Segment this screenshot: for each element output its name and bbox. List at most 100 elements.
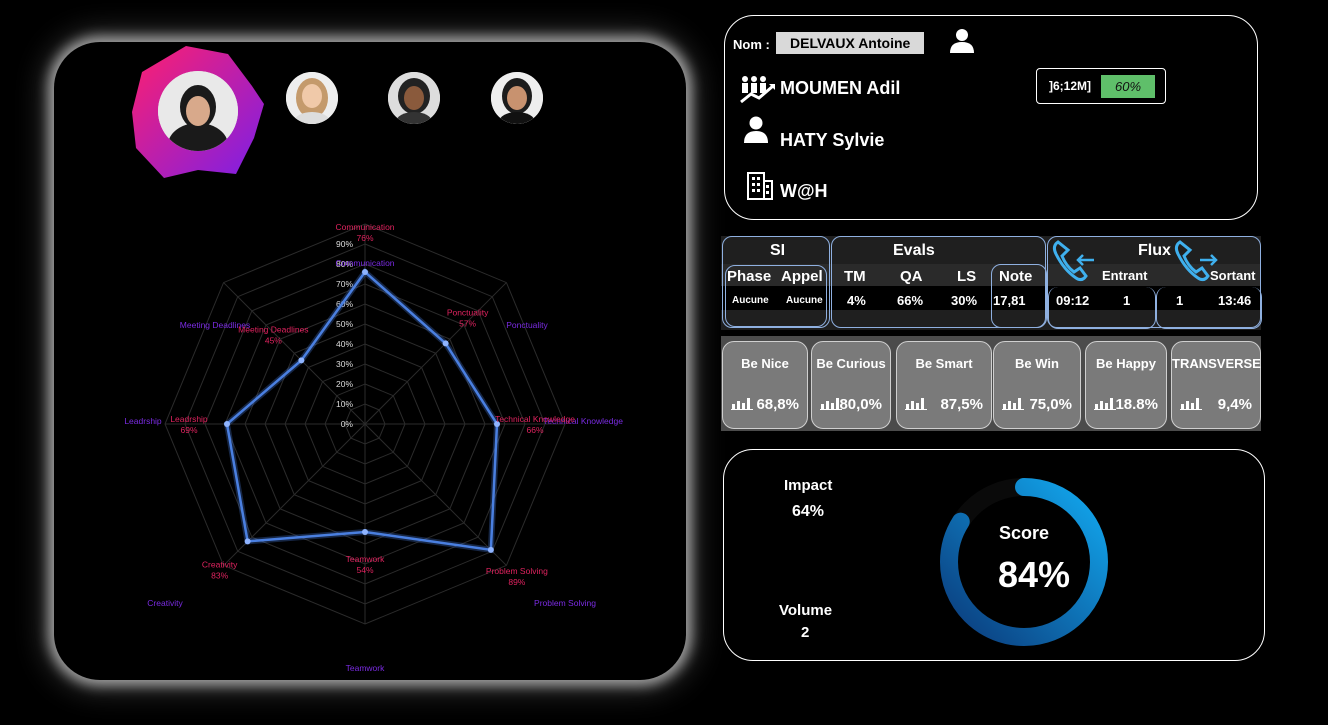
sortant-label: Sortant	[1210, 268, 1256, 283]
ls-value: 30%	[951, 293, 978, 308]
radar-scale-label: 50%	[336, 319, 353, 329]
note-value: 17,81	[993, 293, 1026, 308]
radar-value-label: 45%	[265, 335, 282, 345]
user-icon	[950, 29, 974, 53]
radar-inner-label: Technical Knowledge	[495, 414, 575, 424]
radar-value-label: 54%	[356, 565, 373, 575]
radar-value-label: 66%	[526, 425, 543, 435]
value-card-title: Be Curious	[816, 356, 886, 371]
note-group: Note 17,81	[991, 264, 1047, 328]
radar-value-label: 89%	[508, 577, 525, 587]
value-card-value: 75,0%	[1029, 396, 1072, 413]
radar-scale-label: 10%	[336, 399, 353, 409]
value-card-value: 9,4%	[1217, 396, 1252, 413]
person-icon	[744, 116, 768, 143]
value-card-value: 18.8%	[1115, 396, 1158, 413]
value-card[interactable]: Be Nice 68,8%	[722, 341, 808, 429]
supervisor-name: HATY Sylvie	[780, 130, 885, 150]
radar-point	[362, 529, 368, 535]
incoming-call-icon	[1052, 240, 1094, 282]
entrant-count: 1	[1123, 293, 1131, 308]
radar-inner-label: Teamwork	[346, 554, 385, 564]
radar-inner-label: Problem Solving	[486, 566, 548, 576]
si-title: SI	[770, 242, 786, 259]
qa-value: 66%	[897, 293, 924, 308]
site-name: W@H	[780, 181, 828, 201]
sortant-time: 13:46	[1218, 293, 1252, 308]
value-card-value: 80,0%	[839, 396, 882, 413]
radar-point	[224, 421, 230, 427]
phase-value: Aucune	[732, 295, 769, 306]
nom-value: DELVAUX Antoine	[776, 32, 925, 54]
flux-group: Flux Entrant Sortant 09:12 1 1 13:46	[1047, 236, 1262, 329]
evals-title: Evals	[893, 242, 935, 259]
manager-name: MOUMEN Adil	[780, 78, 901, 98]
ls-label: LS	[957, 268, 977, 285]
appel-label: Appel	[781, 268, 823, 285]
radar-scale-label: 40%	[336, 339, 353, 349]
values-strip: Be Nice 68,8% Be Curious 80,0% Be Smart 87,5%…	[721, 336, 1261, 431]
sortant-count: 1	[1176, 293, 1184, 308]
note-label: Note	[999, 268, 1033, 285]
stats-strip: SI Phase Appel Aucune Aucune Evals TM QA…	[721, 236, 1262, 330]
radar-inner-label: Leadrship	[170, 414, 208, 424]
radar-point	[298, 357, 305, 364]
bar-chart-icon	[1180, 398, 1202, 410]
flux-title: Flux	[1138, 242, 1171, 259]
radar-point	[442, 340, 449, 347]
radar-axis-label: Teamwork	[346, 663, 385, 673]
value-card-title: Be Smart	[915, 356, 973, 371]
radar-inner-label: Creativity	[202, 559, 238, 569]
team-growth-icon	[740, 76, 775, 104]
value-card-title: Be Win	[1015, 356, 1059, 371]
volume-value: 2	[801, 624, 810, 641]
score-label: Score	[998, 523, 1050, 543]
radar-inner-label: Meeting Deadlines	[238, 324, 308, 334]
value-card[interactable]: Be Win 75,0%	[993, 341, 1081, 429]
radar-axis-label: Problem Solving	[534, 598, 596, 608]
radar-value-label: 83%	[211, 570, 228, 580]
value-card[interactable]: Be Curious 80,0%	[811, 341, 891, 429]
radar-value-label: 57%	[459, 318, 476, 328]
radar-axis-label: Ponctuality	[506, 320, 548, 330]
value-card-value: 68,8%	[756, 396, 799, 413]
impact-value: 64%	[792, 503, 825, 520]
radar-point	[487, 546, 494, 553]
nom-label: Nom :	[733, 37, 770, 52]
radar-value-label: 76%	[356, 233, 373, 243]
tenure-label: ]6;12M]	[1049, 79, 1092, 93]
qa-label: QA	[900, 268, 923, 285]
employee-info-card: Nom : DELVAUX Antoine MOUMEN Adil ]6;12M…	[724, 15, 1258, 220]
score-card: Impact 64% Volume 2 Score 84%	[723, 449, 1265, 661]
impact-label: Impact	[784, 477, 833, 494]
bar-chart-icon	[905, 398, 927, 410]
score-value: 84%	[997, 554, 1071, 595]
entrant-label: Entrant	[1102, 268, 1148, 283]
si-group: SI Phase Appel Aucune Aucune	[722, 236, 830, 328]
value-card-title: Be Nice	[741, 356, 789, 371]
entrant-time: 09:12	[1056, 293, 1090, 308]
value-card[interactable]: TRANSVERSE 9,4%	[1171, 341, 1261, 429]
radar-scale-label: 90%	[336, 239, 353, 249]
tm-label: TM	[844, 268, 866, 285]
radar-panel: 90% 80% 70% 60% 50% 40% 30% 20% 10% 0% Communicati…	[54, 42, 686, 680]
radar-scale-label: 30%	[336, 359, 353, 369]
radar-scale-label: 0%	[341, 419, 354, 429]
radar-axis-label: Communication	[335, 258, 394, 268]
value-card-title: Be Happy	[1096, 356, 1156, 371]
bar-chart-icon	[731, 398, 753, 410]
radar-axis-label: Creativity	[147, 598, 183, 608]
phase-label: Phase	[727, 268, 772, 285]
value-card[interactable]: Be Smart 87,5%	[896, 341, 992, 429]
value-card-title: TRANSVERSE	[1172, 356, 1261, 371]
radar-inner-label: Ponctuality	[447, 307, 489, 317]
radar-point	[362, 269, 368, 275]
tenure-percent: 60%	[1101, 75, 1155, 98]
building-icon	[747, 172, 773, 200]
value-card[interactable]: Be Happy 18.8%	[1085, 341, 1167, 429]
bar-chart-icon	[1002, 398, 1024, 410]
radar-value-label: 69%	[180, 425, 197, 435]
radar-axis-label: Leadrship	[124, 416, 162, 426]
bar-chart-icon	[1094, 398, 1116, 410]
appel-value: Aucune	[786, 295, 823, 306]
